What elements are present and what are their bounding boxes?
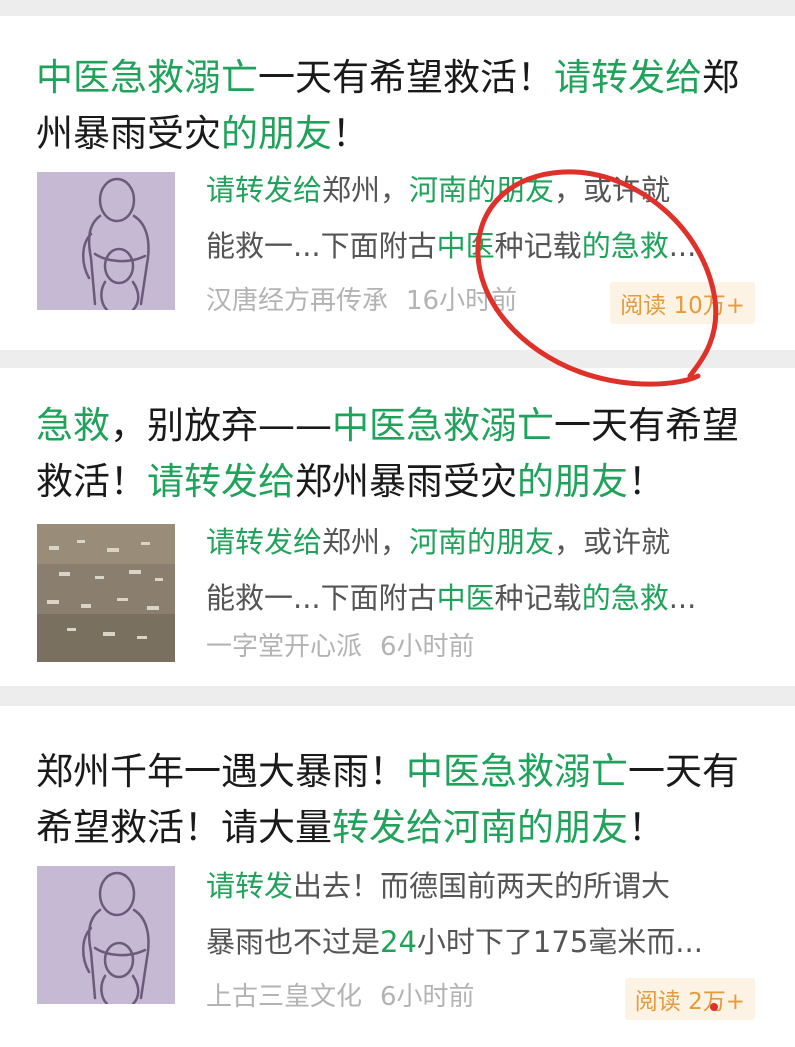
snippet-text: 出去！而德国前两天的所谓大: [293, 869, 671, 903]
article-snippet: 请转发出去！而德国前两天的所谓大 暴雨也不过是24小时下了175毫米而...: [206, 858, 766, 970]
title-text: 郑州暴雨受灾: [295, 460, 517, 503]
snippet-text: ...: [668, 581, 697, 615]
read-count-badge: 阅读 10万+: [610, 282, 755, 324]
highlighted-keyword: 中医: [436, 581, 495, 615]
article-meta: 上古三皇文化 6小时前: [206, 976, 475, 1013]
snippet-line: 能救一...下面附古中医种记载的急救...: [206, 570, 766, 626]
highlighted-keyword: 转发给河南的朋友: [332, 806, 628, 849]
highlighted-keyword: 河南的朋友: [409, 173, 555, 207]
snippet-text: ...: [668, 229, 697, 263]
highlighted-keyword: 的急救: [581, 229, 669, 263]
guardian-with-child-sketch-icon[interactable]: [37, 172, 175, 310]
highlighted-keyword: 中医急救溺亡: [332, 404, 554, 447]
snippet-text: ，或许就: [554, 173, 671, 207]
snippet-text: 能救一...下面附古: [206, 229, 437, 263]
guardian-with-child-sketch-icon[interactable]: [37, 866, 175, 1004]
article-title[interactable]: 急救，别放弃——中医急救溺亡一天有希望救活！请转发给郑州暴雨受灾的朋友！: [36, 398, 756, 510]
highlighted-keyword: 的朋友: [517, 460, 628, 503]
article-snippet: 请转发给郑州，河南的朋友，或许就 能救一...下面附古中医种记载的急救...: [206, 514, 766, 626]
article-feed: 中医急救溺亡一天有希望救活！请转发给郑州暴雨受灾的朋友！ 请转发给郑州，河南的朋…: [0, 0, 795, 1047]
snippet-line: 请转发出去！而德国前两天的所谓大: [206, 858, 766, 914]
publish-time: 6小时前: [380, 632, 475, 662]
article-title[interactable]: 中医急救溺亡一天有希望救活！请转发给郑州暴雨受灾的朋友！: [36, 50, 756, 162]
highlighted-keyword: 请转发给: [206, 173, 323, 207]
flooded-street-photo-icon[interactable]: [37, 524, 175, 662]
highlighted-keyword: 的急救: [581, 581, 669, 615]
title-text: 郑州千年一遇大暴雨！: [36, 750, 406, 793]
snippet-text: ，或许就: [554, 525, 671, 559]
snippet-text: 暴雨也不过是: [206, 925, 381, 959]
snippet-line: 请转发给郑州，河南的朋友，或许就: [206, 162, 766, 218]
highlighted-keyword: 的朋友: [221, 112, 332, 155]
title-text: ！: [332, 112, 369, 155]
article-card[interactable]: 郑州千年一遇大暴雨！中医急救溺亡一天有希望救活！请大量转发给河南的朋友！ 请转发…: [0, 706, 795, 1047]
source-name[interactable]: 汉唐经方再传承: [206, 286, 388, 316]
article-meta: 汉唐经方再传承 16小时前: [206, 280, 517, 317]
snippet-text: 小时下了175毫米而...: [416, 925, 703, 959]
snippet-text: 能救一...下面附古: [206, 581, 437, 615]
highlighted-keyword: 请转发给: [147, 460, 295, 503]
snippet-line: 能救一...下面附古中医种记载的急救...: [206, 218, 766, 274]
title-text: ！: [628, 460, 665, 503]
snippet-text: 郑州，: [322, 525, 410, 559]
read-count-badge: 阅读 2万+: [624, 978, 755, 1020]
publish-time: 16小时前: [406, 286, 518, 316]
highlighted-keyword: 急救: [36, 404, 110, 447]
snippet-line: 请转发给郑州，河南的朋友，或许就: [206, 514, 766, 570]
highlighted-keyword: 请转发给: [206, 525, 323, 559]
source-name[interactable]: 上古三皇文化: [206, 982, 362, 1012]
title-text: 一天有希望救活！: [258, 56, 554, 99]
article-meta: 一字堂开心派 6小时前: [206, 626, 475, 663]
snippet-text: 种记载: [494, 229, 582, 263]
publish-time: 6小时前: [380, 982, 475, 1012]
snippet-text: 郑州，: [322, 173, 410, 207]
title-text: ！: [628, 806, 665, 849]
highlighted-keyword: 河南的朋友: [409, 525, 555, 559]
highlighted-keyword: 请转发给: [554, 56, 702, 99]
highlighted-keyword: 中医: [436, 229, 495, 263]
article-card[interactable]: 中医急救溺亡一天有希望救活！请转发给郑州暴雨受灾的朋友！ 请转发给郑州，河南的朋…: [0, 16, 795, 350]
article-card[interactable]: 急救，别放弃——中医急救溺亡一天有希望救活！请转发给郑州暴雨受灾的朋友！ 请转发…: [0, 368, 795, 686]
snippet-line: 暴雨也不过是24小时下了175毫米而...: [206, 914, 766, 970]
highlighted-keyword: 请转发: [206, 869, 294, 903]
highlighted-keyword: 中医急救溺亡: [36, 56, 258, 99]
article-title[interactable]: 郑州千年一遇大暴雨！中医急救溺亡一天有希望救活！请大量转发给河南的朋友！: [36, 744, 756, 856]
source-name[interactable]: 一字堂开心派: [206, 632, 362, 662]
snippet-text: 种记载: [494, 581, 582, 615]
highlighted-keyword: 24: [380, 925, 417, 959]
article-snippet: 请转发给郑州，河南的朋友，或许就 能救一...下面附古中医种记载的急救...: [206, 162, 766, 274]
title-text: ，别放弃——: [110, 404, 332, 447]
highlighted-keyword: 中医急救溺亡: [406, 750, 628, 793]
